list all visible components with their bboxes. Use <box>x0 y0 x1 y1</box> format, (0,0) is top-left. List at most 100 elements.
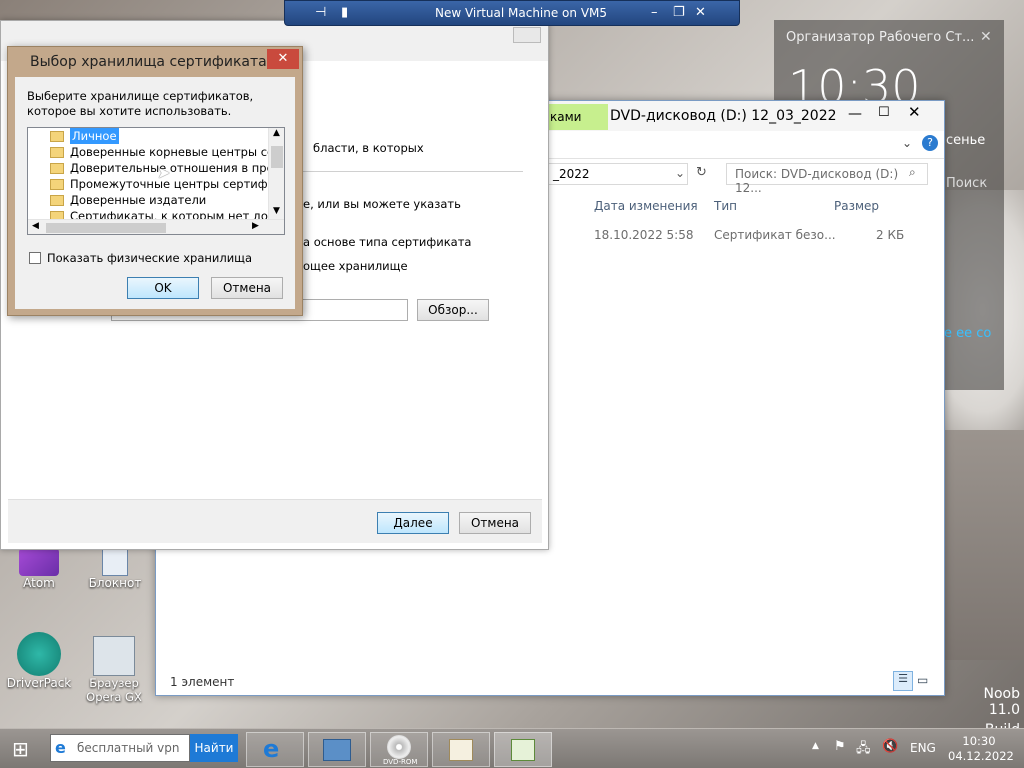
folder-icon <box>50 147 64 158</box>
chevron-down-icon[interactable]: ⌄ <box>675 166 685 180</box>
widget-title: Организатор Рабочего Ст... <box>786 30 975 45</box>
minimize-icon[interactable]: — <box>848 106 862 122</box>
network-icon[interactable]: 🖧 <box>856 739 871 761</box>
search-find-button[interactable]: Найти <box>190 734 238 762</box>
desktop-icon-driverpack[interactable]: DriverPack <box>4 632 74 690</box>
close-icon[interactable]: ✕ <box>695 5 706 20</box>
file-date: 18.10.2022 5:58 <box>594 228 694 242</box>
folder-icon <box>50 131 64 142</box>
widget-side-text: сенье <box>946 133 986 148</box>
show-physical-label: Показать физические хранилища <box>47 251 253 265</box>
minimize-icon[interactable]: – <box>651 5 658 20</box>
wizard-text-2: е, или вы можете указать <box>303 197 461 211</box>
scroll-down-icon[interactable]: ▼ <box>273 206 280 216</box>
help-icon[interactable]: ? <box>922 135 938 151</box>
taskbar-search-input[interactable]: e бесплатный vpn <box>50 734 190 762</box>
scroll-up-icon[interactable]: ▲ <box>273 128 280 138</box>
show-physical-checkbox[interactable] <box>29 252 41 264</box>
close-icon[interactable] <box>513 27 541 43</box>
wizard-text-1: бласти, в которых <box>313 141 424 155</box>
column-date[interactable]: Дата изменения <box>594 199 698 213</box>
ie-search-icon: e <box>55 738 66 757</box>
tree-item-label: Доверенные издатели <box>70 193 207 207</box>
tray-expand-icon[interactable]: ▲ <box>812 741 819 751</box>
taskbar-ie-button[interactable]: e <box>246 732 304 767</box>
scroll-left-icon[interactable]: ◀ <box>32 221 39 231</box>
restore-icon[interactable]: ❐ <box>673 5 685 20</box>
control-panel-icon <box>323 739 351 761</box>
tree-item-label: Промежуточные центры сертификаци <box>70 177 285 191</box>
taskbar-cert-wizard-button[interactable] <box>494 732 552 767</box>
close-icon[interactable]: ✕ <box>980 29 992 45</box>
taskbar: ⊞ e бесплатный vpn Найти e DVD-ROM ▲ ⚑ 🖧… <box>0 728 1024 768</box>
watermark-line1: Noob 11.0 <box>983 686 1021 718</box>
wallpaper-shadow <box>940 430 1024 660</box>
volume-muted-icon[interactable]: 🔇 <box>882 739 898 754</box>
hscroll-thumb[interactable] <box>46 223 166 233</box>
certificate-wizard-icon <box>511 739 535 761</box>
vertical-scrollbar[interactable]: ▲ ▼ <box>268 128 284 220</box>
refresh-icon[interactable]: ↻ <box>696 165 707 180</box>
status-text: 1 элемент <box>170 675 235 689</box>
taskbar-dvd-button[interactable]: DVD-ROM <box>370 732 428 767</box>
tab-manage[interactable]: ками <box>544 104 608 130</box>
cancel-button[interactable]: Отмена <box>211 277 283 299</box>
file-size: 2 КБ <box>876 228 905 242</box>
internet-explorer-icon: e <box>263 735 280 763</box>
taskbar-clock[interactable]: 10:30 04.12.2022 <box>948 734 1014 764</box>
select-certificate-store-dialog: Выбор хранилища сертификата ✕ Выберите х… <box>7 46 303 316</box>
chevron-down-icon[interactable]: ⌄ <box>902 136 912 150</box>
file-row[interactable]: 18.10.2022 5:58 Сертификат безо... 2 КБ <box>544 223 914 245</box>
mouse-cursor: ➤ <box>157 163 171 182</box>
search-icon[interactable]: ⌕ <box>909 165 916 180</box>
explorer-title: DVD-дисковод (D:) 12_03_2022 <box>610 108 837 124</box>
taskbar-control-panel-button[interactable] <box>308 732 366 767</box>
atom-icon <box>19 548 59 576</box>
dialog-title: Выбор хранилища сертификата <box>30 54 267 70</box>
desktop-icon-atom[interactable]: Atom <box>8 548 70 590</box>
widget-search-text: Поиск <box>946 176 988 191</box>
clock-date: 04.12.2022 <box>948 749 1014 763</box>
vm-control-bar: ⊣ ▮ New Virtual Machine on VM5 – ❐ ✕ <box>284 0 740 26</box>
desktop-icon-label: Atom <box>23 576 55 590</box>
cancel-button[interactable]: Отмена <box>459 512 531 534</box>
details-view-icon[interactable]: ☰ <box>893 671 913 691</box>
windows-start-icon[interactable]: ⊞ <box>12 737 29 761</box>
column-type[interactable]: Тип <box>714 199 737 213</box>
desktop-icon-notepad[interactable]: Блокнот <box>84 548 146 590</box>
search-placeholder: Поиск: DVD-дисковод (D:) 12... <box>735 167 899 195</box>
vm-title: New Virtual Machine on VM5 <box>435 6 608 20</box>
wizard-text-4: ощее хранилище <box>303 259 408 273</box>
desktop-icon-label: Блокнот <box>88 576 142 590</box>
taskbar-cert-button[interactable] <box>432 732 490 767</box>
tree-item-label: Личное <box>70 128 119 144</box>
next-button[interactable]: Далее <box>377 512 449 534</box>
tiles-view-icon[interactable]: ▭ <box>917 673 928 687</box>
language-indicator[interactable]: ENG <box>910 741 936 755</box>
certificate-icon <box>449 739 473 761</box>
flag-icon[interactable]: ⚑ <box>834 739 846 754</box>
desktop-icon-label: DriverPack <box>6 676 72 690</box>
wizard-text-3: а основе типа сертификата <box>303 235 472 249</box>
store-tree[interactable]: Личное Доверенные корневые центры сертиф… <box>27 127 285 235</box>
pin-icon[interactable]: ⊣ <box>315 5 326 20</box>
opera-icon <box>93 636 135 676</box>
maximize-icon[interactable]: ☐ <box>878 105 890 120</box>
close-icon[interactable]: ✕ <box>267 49 299 69</box>
ok-button[interactable]: OK <box>127 277 199 299</box>
dvd-icon <box>387 735 411 759</box>
search-input[interactable]: Поиск: DVD-дисковод (D:) 12... ⌕ <box>726 163 928 195</box>
widget-link-text[interactable]: е ее со <box>944 326 991 341</box>
notepad-icon <box>102 548 128 576</box>
signal-icon: ▮ <box>341 5 349 20</box>
browse-button[interactable]: Обзор... <box>417 299 489 321</box>
horizontal-scrollbar[interactable]: ◀ ▶ <box>28 219 284 234</box>
tree-item-label: Доверительные отношения в предпри <box>70 161 285 175</box>
scroll-right-icon[interactable]: ▶ <box>252 221 259 231</box>
desktop-icon-opera[interactable]: Браузер Opera GX <box>80 636 148 704</box>
address-bar[interactable]: _2022 ⌄ <box>548 163 688 185</box>
tree-item-label: Доверенные корневые центры сертиф <box>70 145 285 159</box>
column-size[interactable]: Размер <box>834 199 879 213</box>
scroll-thumb[interactable] <box>271 146 283 168</box>
close-icon[interactable]: ✕ <box>908 103 944 125</box>
